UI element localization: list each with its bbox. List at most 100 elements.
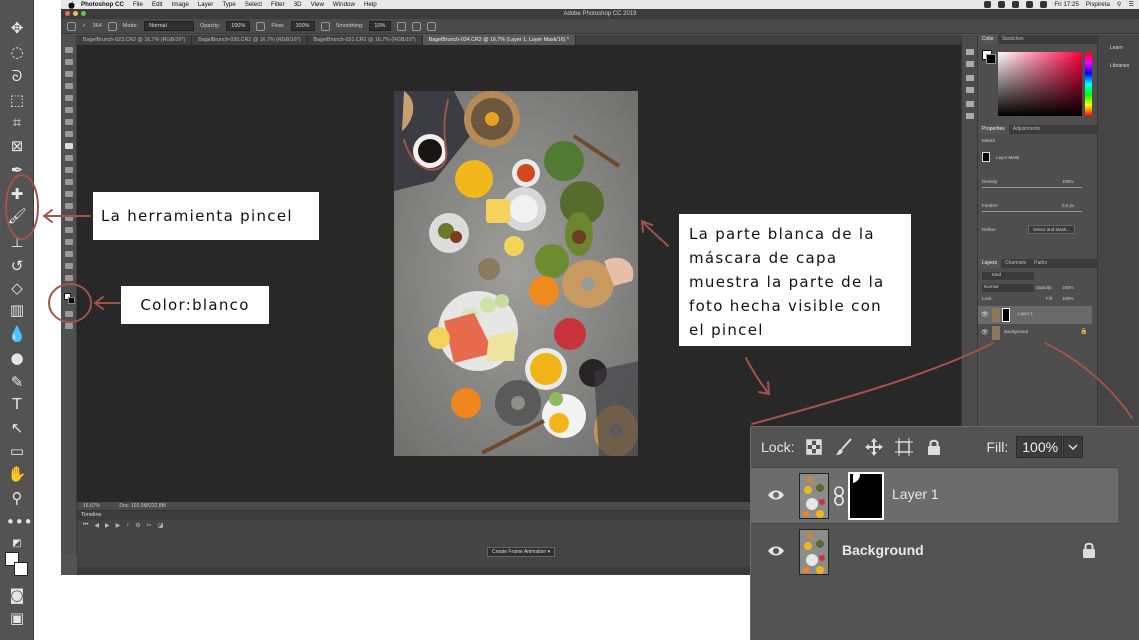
- layer-mask-mini[interactable]: [1002, 308, 1010, 322]
- stamp-tool-icon[interactable]: ⊥: [6, 232, 28, 252]
- home-icon[interactable]: [67, 21, 76, 31]
- zoom-level[interactable]: 16,67%: [83, 503, 100, 509]
- move-tool-icon[interactable]: ✥: [6, 18, 28, 38]
- tool-icon[interactable]: [65, 191, 73, 197]
- type-tool-icon[interactable]: T: [6, 394, 28, 414]
- tab-document[interactable]: BagelBrunch-023.CR2 @ 16,7% (RGB/16*): [77, 35, 193, 45]
- layer-name[interactable]: Background: [1004, 329, 1028, 334]
- inset-layer-row-layer1[interactable]: Layer 1: [751, 467, 1118, 523]
- kind-filter[interactable]: Kind: [982, 272, 1034, 280]
- default-colors-icon[interactable]: ◩: [6, 534, 28, 554]
- eyedropper-tool-icon[interactable]: ✒: [6, 160, 28, 180]
- menu-clock[interactable]: Fri 17:25: [1054, 1, 1078, 8]
- tool-icon[interactable]: [65, 227, 73, 233]
- feather-value[interactable]: 0,0 px: [1062, 203, 1074, 208]
- tool-icon[interactable]: [65, 83, 73, 89]
- tool-icon[interactable]: [65, 215, 73, 221]
- lock-artboard-icon[interactable]: [894, 437, 914, 457]
- layers-fill-value[interactable]: 100%: [1062, 296, 1074, 301]
- pen-tool-icon[interactable]: ✎: [6, 372, 28, 392]
- pressure-size-icon[interactable]: [412, 21, 422, 31]
- quick-mask-small-icon[interactable]: [65, 311, 73, 317]
- inset-fill-value[interactable]: 100%: [1016, 436, 1063, 458]
- tool-icon[interactable]: [65, 251, 73, 257]
- tool-icon[interactable]: [65, 107, 73, 113]
- play-icon[interactable]: ▶: [105, 522, 110, 529]
- tab-adjustments[interactable]: Adjustments: [1009, 125, 1045, 134]
- history-brush-tool-icon[interactable]: ↺: [6, 256, 28, 276]
- brush-size-value[interactable]: 364: [93, 23, 102, 29]
- gradient-tool-icon[interactable]: ▥: [6, 300, 28, 320]
- link-chain-icon[interactable]: [833, 486, 845, 506]
- screen-mode-icon[interactable]: ▣: [6, 608, 28, 628]
- tool-icon[interactable]: [65, 167, 73, 173]
- settings-icon[interactable]: ⚙: [135, 522, 140, 529]
- tool-icon[interactable]: [65, 179, 73, 185]
- frame-tool-icon[interactable]: ⊠: [6, 136, 28, 156]
- menu-view[interactable]: View: [311, 0, 324, 9]
- tab-document[interactable]: BagelBrunch-030.CR2 @ 16,7% (RGB/16*): [192, 35, 308, 45]
- menu-edit[interactable]: Edit: [152, 0, 163, 9]
- battery-icon[interactable]: [1040, 1, 1048, 8]
- layer-thumbnail[interactable]: [799, 529, 829, 575]
- menu-app-name[interactable]: Photoshop CC: [81, 0, 124, 9]
- doc-size[interactable]: Doc: 102,5M/222,8M: [119, 503, 165, 509]
- bg-color-chip[interactable]: [986, 54, 996, 64]
- healing-tool-icon[interactable]: ✚: [6, 184, 28, 204]
- minimize-window-button[interactable]: [73, 11, 78, 16]
- density-slider[interactable]: [982, 187, 1082, 188]
- status-icon[interactable]: [998, 1, 1006, 8]
- inset-layer-name[interactable]: Background: [842, 542, 924, 558]
- eraser-tool-icon[interactable]: ◇: [6, 278, 28, 298]
- select-and-mask-button[interactable]: Select and Mask...: [1028, 225, 1076, 234]
- create-frame-animation-button[interactable]: Create Frame Animation ▾: [487, 547, 556, 557]
- prev-frame-icon[interactable]: ◀: [94, 522, 99, 529]
- tool-icon[interactable]: [65, 131, 73, 137]
- tool-icon[interactable]: [65, 263, 73, 269]
- tool-icon[interactable]: [65, 95, 73, 101]
- visibility-eye-icon[interactable]: 👁: [981, 311, 989, 318]
- brush-preset-icon[interactable]: ✓: [82, 23, 87, 29]
- feather-slider[interactable]: [982, 211, 1082, 212]
- character-icon[interactable]: [966, 75, 974, 81]
- airbrush-icon[interactable]: [320, 21, 330, 31]
- tool-icon[interactable]: [65, 119, 73, 125]
- flow-field[interactable]: 100%: [290, 21, 315, 31]
- layer-row-selected[interactable]: 👁 Layer 1: [978, 306, 1092, 324]
- status-icon[interactable]: [1012, 1, 1020, 8]
- zoom-window-button[interactable]: [81, 11, 86, 16]
- visibility-eye-icon[interactable]: [767, 544, 785, 558]
- tab-channels[interactable]: Channels: [1001, 259, 1030, 268]
- tab-document[interactable]: BagelBrunch-031.CR2 @ 16,7% (RGB/16*): [308, 35, 423, 45]
- wifi-icon[interactable]: [1026, 1, 1034, 8]
- menu-file[interactable]: File: [133, 0, 143, 9]
- menu-help[interactable]: Help: [364, 0, 377, 9]
- mode-select[interactable]: Normal: [144, 21, 195, 31]
- menu-list-icon[interactable]: ☰: [1128, 1, 1134, 8]
- menu-window[interactable]: Window: [333, 0, 355, 9]
- layers-opacity-value[interactable]: 100%: [1062, 285, 1074, 290]
- brush-tool-icon[interactable]: 🖌: [6, 206, 28, 226]
- menu-select[interactable]: Select: [245, 0, 262, 9]
- layer-mask-thumb[interactable]: [982, 152, 990, 162]
- opacity-field[interactable]: 100%: [226, 21, 251, 31]
- actions-icon[interactable]: [966, 101, 974, 107]
- tool-icon[interactable]: [65, 239, 73, 245]
- info-icon[interactable]: [966, 113, 974, 119]
- menu-user[interactable]: Pispireta: [1086, 1, 1110, 8]
- menu-filter[interactable]: Filter: [271, 0, 285, 9]
- learn-button[interactable]: Learn: [1101, 43, 1137, 53]
- tool-icon[interactable]: [65, 71, 73, 77]
- tab-paths[interactable]: Paths: [1030, 259, 1051, 268]
- menu-3d[interactable]: 3D: [294, 0, 302, 9]
- color-picker-field[interactable]: [998, 52, 1082, 116]
- brush-panel-icon[interactable]: [107, 21, 117, 31]
- tab-document-active[interactable]: BagelBrunch-034.CR2 @ 16,7% (Layer 1, La…: [422, 35, 576, 45]
- layer-thumbnail[interactable]: [799, 473, 829, 519]
- tool-icon[interactable]: [65, 59, 73, 65]
- crop-tool-icon[interactable]: ⌗: [6, 112, 28, 132]
- dodge-tool-icon[interactable]: ●: [6, 348, 28, 368]
- layer-mask-thumbnail[interactable]: [848, 472, 884, 520]
- lock-pixels-icon[interactable]: [834, 437, 854, 457]
- next-frame-icon[interactable]: ▶: [116, 522, 121, 529]
